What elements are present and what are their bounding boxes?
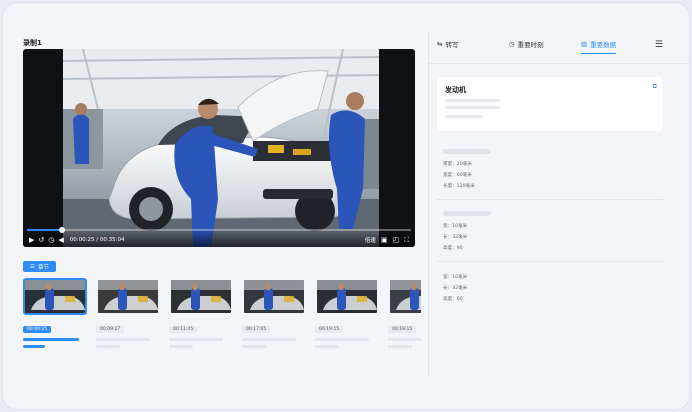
copy-icon[interactable]: ⧉: [653, 83, 657, 91]
total-time: 00:35:04: [99, 237, 125, 243]
placeholder-line: [96, 345, 120, 348]
volume-icon[interactable]: ◀: [58, 236, 63, 244]
data-section: 宽：10毫米 长：32毫米 高度：60: [443, 272, 673, 305]
progress-fill: [27, 229, 62, 231]
data-row: 高度：60: [443, 297, 463, 302]
chapter-time: 00:09:27: [96, 326, 125, 333]
time-display: 00:00:25 / 00:35:04: [70, 237, 125, 243]
translate-icon: ⇆: [437, 40, 443, 48]
chapter-time: 00:18:15: [388, 326, 417, 333]
data-row: 宽：10毫米: [443, 224, 468, 229]
placeholder-line: [23, 345, 45, 348]
placeholder-line: [445, 115, 483, 118]
card-title: 发动机: [445, 86, 466, 94]
chapter-item[interactable]: 00:09:27: [96, 278, 160, 348]
placeholder-line: [96, 338, 150, 341]
chapters-icon: ☰: [30, 263, 35, 270]
chapter-thumbnail[interactable]: [242, 278, 306, 315]
tab-2[interactable]: ▧ 重要数据: [581, 37, 617, 54]
app-window: 录制1 ▶ ↺ ◷ ◀ 00:00:25 / 00:35:04 倍速 ▣ ◰ ⛶…: [3, 3, 689, 409]
chapters-button[interactable]: ☰ 章节: [23, 261, 56, 272]
chapter-thumbnail[interactable]: [388, 278, 421, 315]
play-icon[interactable]: ▶: [29, 236, 34, 244]
data-section: 宽：10毫米 长：32毫米 高度：90: [443, 211, 673, 254]
video-panel: 录制1 ▶ ↺ ◷ ◀ 00:00:25 / 00:35:04 倍速 ▣ ◰ ⛶…: [3, 3, 428, 409]
data-row: 长：32毫米: [443, 286, 468, 291]
controls-left: ▶ ↺ ◷ ◀ 00:00:25 / 00:35:04: [29, 236, 125, 244]
chapter-item[interactable]: 00:18:15: [388, 278, 421, 348]
chapter-item[interactable]: 00:17:65: [242, 278, 306, 348]
video-frame: [63, 49, 379, 247]
data-row: 宽：10毫米: [443, 275, 468, 280]
progress-bar[interactable]: [27, 227, 411, 233]
placeholder-line: [388, 338, 421, 341]
info-panel: ⇆ 转写 ◷ 重要时刻 ▧ 重要数据 ☰ 发动机 ⧉ 厚度：20毫米 宽度：60毫米 长度：1…: [429, 3, 689, 409]
chapter-list: 00:00:25 00:09:27 00:11:45 00:17:65 00:19:15…: [23, 278, 421, 358]
placeholder-line: [169, 345, 193, 348]
data-section: 厚度：20毫米 宽度：60毫米 长度：120毫米: [443, 149, 673, 192]
placeholder-line: [445, 106, 500, 109]
tab-divider: [429, 63, 689, 64]
chapter-thumbnail[interactable]: [169, 278, 233, 315]
controls-right: 倍速 ▣ ◰ ⛶: [365, 236, 409, 244]
placeholder-line: [169, 338, 223, 341]
chapter-time: 00:17:65: [242, 326, 271, 333]
screenshot-icon[interactable]: ▣: [381, 236, 388, 244]
placeholder-line: [445, 99, 500, 102]
tab-label: 重要时刻: [517, 41, 544, 49]
rewind-icon[interactable]: ↺: [38, 236, 44, 244]
speed-button[interactable]: 倍速: [365, 236, 376, 244]
tab-0[interactable]: ⇆ 转写: [437, 37, 458, 51]
placeholder-line: [388, 345, 412, 348]
tab-bar: ⇆ 转写 ◷ 重要时刻 ▧ 重要数据: [429, 37, 689, 57]
data-row: 长：32毫米: [443, 235, 468, 240]
chapter-time: 00:11:45: [169, 326, 198, 333]
placeholder-line: [315, 345, 339, 348]
section-heading-placeholder: [443, 211, 491, 216]
picture-in-picture-icon[interactable]: ◰: [392, 236, 399, 244]
menu-collapse-icon[interactable]: ☰: [655, 41, 663, 50]
placeholder-line: [242, 338, 296, 341]
data-row: 长度：120毫米: [443, 184, 475, 189]
chapter-thumbnail[interactable]: [23, 278, 87, 315]
section-heading-placeholder: [443, 149, 491, 154]
chapter-thumbnail[interactable]: [96, 278, 160, 315]
clock-icon: ◷: [509, 40, 515, 48]
timer-icon[interactable]: ◷: [48, 236, 54, 244]
chapter-item[interactable]: 00:11:45: [169, 278, 233, 348]
placeholder-line: [242, 345, 266, 348]
data-row: 高度：90: [443, 246, 463, 251]
current-time: 00:00:25: [69, 237, 95, 243]
fullscreen-icon[interactable]: ⛶: [404, 236, 409, 244]
data-row: 宽度：60毫米: [443, 173, 472, 178]
chart-icon: ▧: [581, 40, 588, 48]
time-separator: /: [96, 237, 99, 243]
section-divider: [437, 261, 663, 262]
section-divider: [437, 199, 663, 200]
chapters-button-label: 章节: [37, 264, 49, 271]
video-player[interactable]: ▶ ↺ ◷ ◀ 00:00:25 / 00:35:04 倍速 ▣ ◰ ⛶: [23, 49, 415, 247]
factory-scene-illustration: [63, 49, 379, 247]
chapter-item[interactable]: 00:00:25: [23, 278, 87, 348]
tab-label: 重要数据: [590, 41, 617, 49]
tab-label: 转写: [445, 41, 459, 49]
progress-handle[interactable]: [58, 227, 65, 233]
recording-title: 录制1: [23, 39, 42, 47]
placeholder-line: [23, 338, 79, 341]
tab-1[interactable]: ◷ 重要时刻: [509, 37, 544, 51]
placeholder-line: [315, 338, 369, 341]
chapter-thumbnail[interactable]: [315, 278, 379, 315]
chapter-time: 00:19:15: [315, 326, 344, 333]
chapter-item[interactable]: 00:19:15: [315, 278, 379, 348]
summary-card: 发动机 ⧉: [437, 77, 663, 131]
data-row: 厚度：20毫米: [443, 162, 472, 167]
chapter-time: 00:00:25: [23, 326, 52, 333]
